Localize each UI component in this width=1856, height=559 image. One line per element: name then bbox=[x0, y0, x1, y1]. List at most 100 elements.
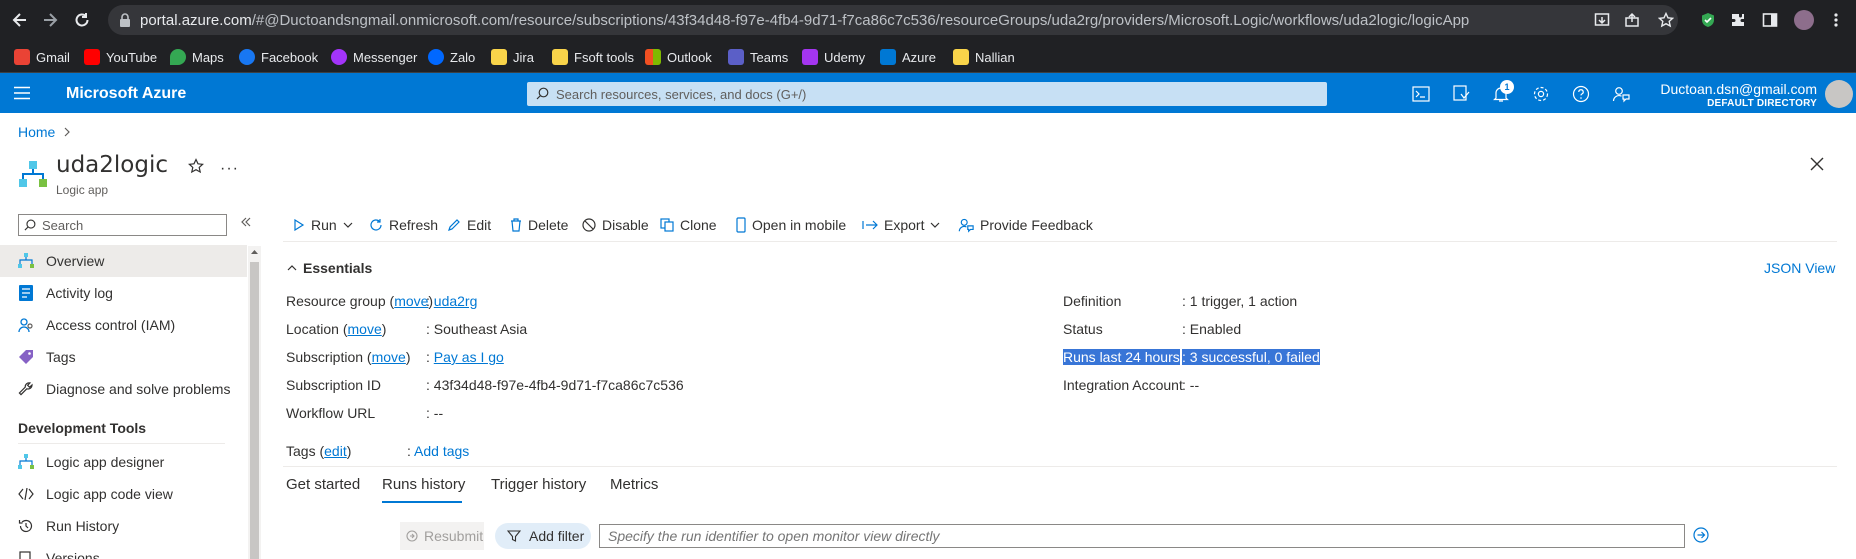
azure-brand[interactable]: Microsoft Azure bbox=[66, 85, 186, 103]
delete-button[interactable]: Delete bbox=[510, 214, 568, 236]
shield-extension-icon[interactable] bbox=[1698, 10, 1718, 30]
move-resource-group-link[interactable]: move bbox=[394, 293, 428, 309]
collapse-sidebar-icon[interactable] bbox=[240, 216, 252, 228]
disable-button[interactable]: Disable bbox=[582, 214, 649, 236]
hamburger-menu-icon[interactable] bbox=[14, 86, 30, 100]
tab-runs-history[interactable]: Runs history bbox=[382, 476, 465, 493]
refresh-icon bbox=[370, 219, 382, 231]
bookmark-facebook[interactable]: Facebook bbox=[239, 47, 318, 67]
close-icon[interactable] bbox=[1810, 157, 1824, 171]
bookmark-udemy[interactable]: Udemy bbox=[802, 47, 865, 67]
json-view-link[interactable]: JSON View bbox=[1764, 260, 1835, 276]
go-arrow-icon[interactable] bbox=[1693, 527, 1709, 543]
wrench-icon bbox=[18, 381, 34, 397]
run-identifier-input[interactable] bbox=[599, 524, 1685, 548]
export-button[interactable]: Export bbox=[862, 214, 940, 236]
edit-button[interactable]: Edit bbox=[447, 214, 491, 236]
resubmit-button[interactable]: Resubmit bbox=[400, 522, 484, 550]
bookmark-nallian[interactable]: Nallian bbox=[953, 47, 1015, 67]
more-options-icon[interactable]: ··· bbox=[220, 160, 239, 178]
sidebar-item-iam[interactable]: Access control (IAM) bbox=[0, 309, 247, 341]
bookmark-azure[interactable]: Azure bbox=[880, 47, 936, 67]
sidebar-item-label: Overview bbox=[46, 253, 105, 269]
logic-app-icon bbox=[18, 253, 34, 269]
bookmark-messenger[interactable]: Messenger bbox=[331, 47, 417, 67]
reload-icon[interactable] bbox=[70, 8, 94, 32]
sidebar-item-tags[interactable]: Tags bbox=[0, 341, 247, 373]
user-email[interactable]: Ductoan.dsn@gmail.com bbox=[1582, 81, 1817, 97]
sidebar-item-activity-log[interactable]: Activity log bbox=[0, 277, 247, 309]
forward-icon[interactable] bbox=[38, 8, 62, 32]
provide-feedback-button[interactable]: Provide Feedback bbox=[958, 214, 1093, 236]
sidebar-search-placeholder: Search bbox=[42, 218, 84, 233]
sidebar-item-versions[interactable]: Versions bbox=[0, 542, 247, 559]
resource-group-link[interactable]: uda2rg bbox=[434, 293, 478, 309]
move-location-link[interactable]: move bbox=[348, 321, 382, 337]
bookmark-youtube[interactable]: YouTube bbox=[84, 47, 157, 67]
sidebar-item-label: Logic app designer bbox=[46, 454, 165, 470]
workflow-url-label: Workflow URL bbox=[286, 405, 376, 421]
side-panel-icon[interactable] bbox=[1760, 10, 1780, 30]
url-path: /#@Ductoandsngmail.onmicrosoft.com/resou… bbox=[251, 12, 1470, 29]
bookmark-fsoft-tools[interactable]: Fsoft tools bbox=[552, 47, 634, 67]
more-menu-icon[interactable] bbox=[1826, 10, 1846, 30]
sidebar-item-code-view[interactable]: Logic app code view bbox=[0, 478, 247, 510]
sidebar-scrollbar-thumb[interactable] bbox=[250, 262, 259, 559]
back-icon[interactable] bbox=[8, 8, 32, 32]
add-tags-link[interactable]: Add tags bbox=[414, 443, 469, 459]
open-in-mobile-button[interactable]: Open in mobile bbox=[736, 214, 846, 236]
sidebar-item-diagnose[interactable]: Diagnose and solve problems bbox=[0, 373, 247, 405]
activity-log-icon bbox=[18, 285, 34, 301]
directory-filter-icon[interactable] bbox=[1450, 83, 1472, 105]
profile-avatar-icon[interactable] bbox=[1794, 10, 1814, 30]
install-app-icon[interactable] bbox=[1592, 10, 1612, 30]
resource-group-value: : uda2rg bbox=[426, 293, 478, 309]
essentials-toggle[interactable]: Essentials bbox=[287, 260, 372, 276]
bookmark-teams[interactable]: Teams bbox=[728, 47, 788, 67]
folder-icon bbox=[491, 49, 507, 65]
versions-icon bbox=[18, 550, 34, 559]
share-icon[interactable] bbox=[1622, 10, 1642, 30]
extensions-icon[interactable] bbox=[1728, 10, 1748, 30]
search-icon bbox=[24, 219, 36, 231]
runs-last-24h-label: Runs last 24 hours bbox=[1063, 349, 1180, 365]
feedback-icon bbox=[958, 218, 974, 233]
subscription-label: Subscription (move) bbox=[286, 349, 411, 365]
sidebar-item-overview[interactable]: Overview bbox=[0, 245, 247, 277]
sidebar-item-designer[interactable]: Logic app designer bbox=[0, 446, 247, 478]
outlook-icon bbox=[645, 49, 661, 65]
export-icon bbox=[862, 220, 878, 230]
url-text: portal.azure.com/#@Ductoandsngmail.onmic… bbox=[140, 12, 1469, 29]
refresh-button[interactable]: Refresh bbox=[369, 214, 438, 236]
bookmark-gmail[interactable]: Gmail bbox=[14, 47, 70, 67]
cloud-shell-icon[interactable] bbox=[1410, 83, 1432, 105]
run-button[interactable]: Run bbox=[293, 214, 353, 236]
user-avatar[interactable] bbox=[1825, 80, 1853, 108]
add-filter-button[interactable]: Add filter bbox=[495, 523, 591, 549]
facebook-icon bbox=[239, 49, 255, 65]
subscription-link[interactable]: Pay as I go bbox=[434, 349, 504, 365]
breadcrumb-home[interactable]: Home bbox=[18, 124, 55, 140]
edit-tags-link[interactable]: edit bbox=[324, 443, 347, 459]
bookmark-zalo[interactable]: Zalo bbox=[428, 47, 475, 67]
tab-trigger-history[interactable]: Trigger history bbox=[491, 476, 586, 493]
tab-get-started[interactable]: Get started bbox=[286, 476, 360, 493]
sidebar-item-label: Run History bbox=[46, 518, 120, 534]
clone-button[interactable]: Clone bbox=[660, 214, 717, 236]
bookmark-star-icon[interactable] bbox=[1656, 10, 1676, 30]
favorite-star-icon[interactable] bbox=[188, 158, 204, 174]
bookmark-jira[interactable]: Jira bbox=[491, 47, 534, 67]
sidebar-item-run-history[interactable]: Run History bbox=[0, 510, 247, 542]
tags-value: : Add tags bbox=[407, 443, 470, 459]
teams-icon bbox=[728, 49, 744, 65]
location-label: Location (move) bbox=[286, 321, 387, 337]
move-subscription-link[interactable]: move bbox=[372, 349, 406, 365]
sidebar-item-label: Access control (IAM) bbox=[46, 317, 176, 333]
url-host: portal.azure.com bbox=[140, 12, 252, 29]
settings-gear-icon[interactable] bbox=[1530, 83, 1552, 105]
scroll-up-icon[interactable] bbox=[251, 249, 258, 254]
bookmark-outlook[interactable]: Outlook bbox=[645, 47, 712, 67]
azure-icon bbox=[880, 49, 896, 65]
bookmark-maps[interactable]: Maps bbox=[170, 47, 224, 67]
tab-metrics[interactable]: Metrics bbox=[610, 476, 658, 493]
